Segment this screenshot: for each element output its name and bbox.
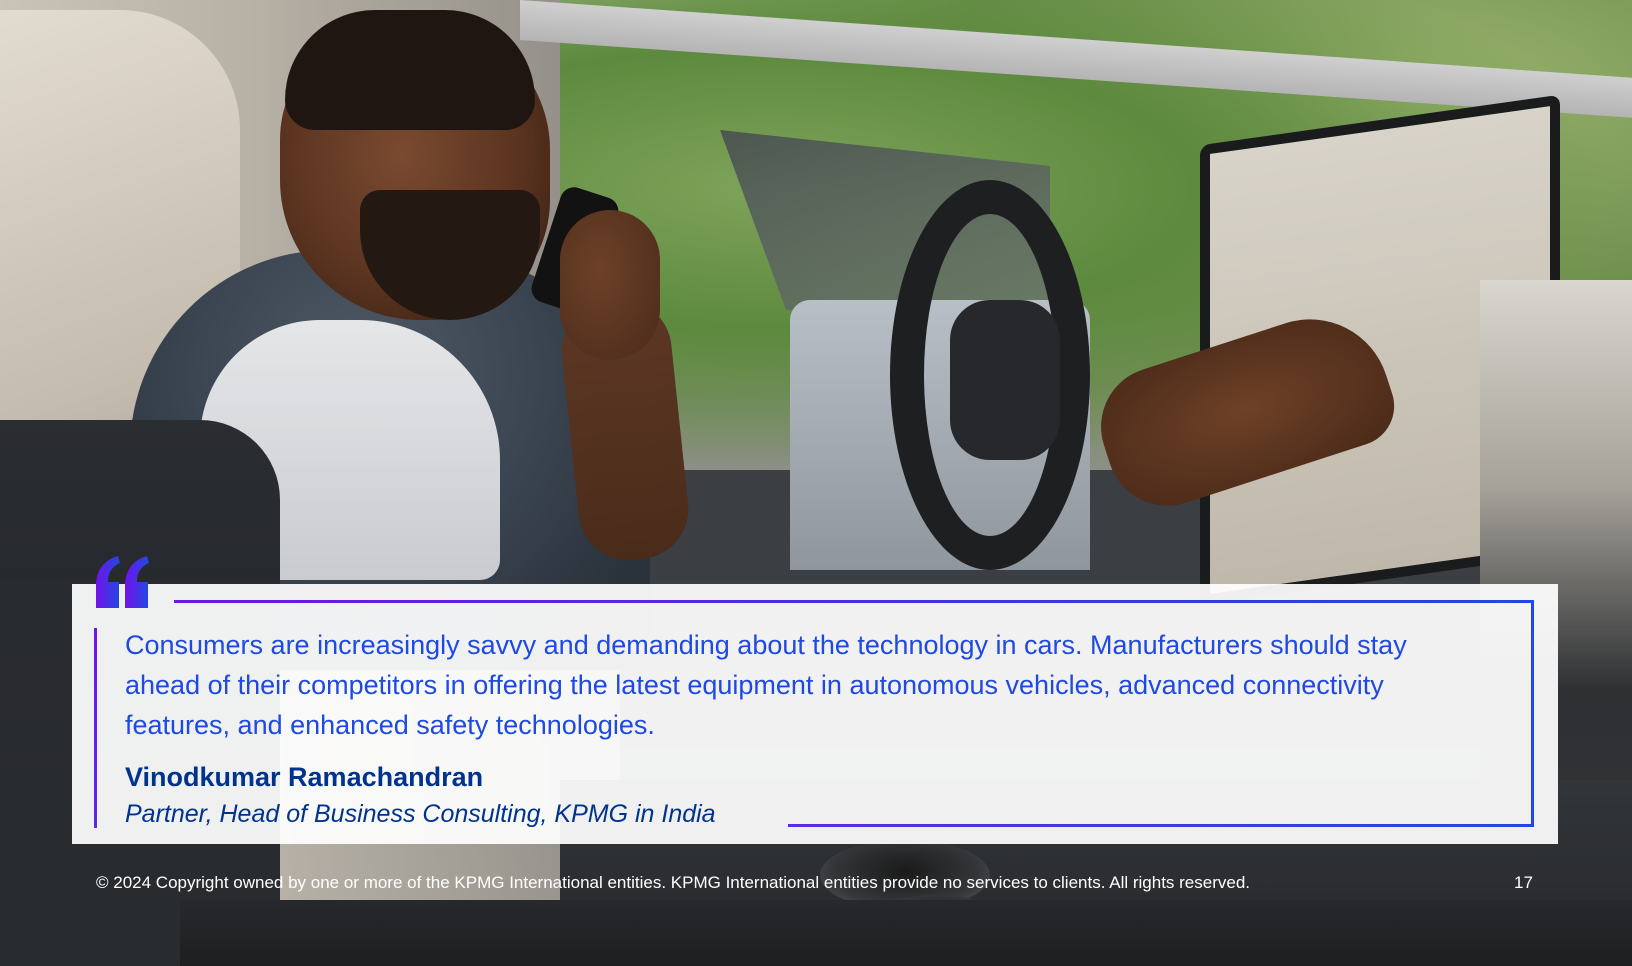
quote-author-name: Vinodkumar Ramachandran xyxy=(125,762,484,792)
open-quote-icon xyxy=(96,556,149,608)
quote-author-role: Partner, Head of Business Consulting, KP… xyxy=(125,800,716,828)
copyright-footer: © 2024 Copyright owned by one or more of… xyxy=(96,873,1250,892)
person-hair xyxy=(285,10,535,130)
quote-text: Consumers are increasingly savvy and dem… xyxy=(125,630,1407,740)
quote-frame-top-line xyxy=(174,600,1534,603)
quote-frame-bottom-line xyxy=(788,824,1534,827)
steering-wheel-hub xyxy=(950,300,1060,460)
report-page: Consumers are increasingly savvy and dem… xyxy=(0,0,1632,966)
person-hand-on-phone xyxy=(560,210,660,360)
quote-frame-left-line xyxy=(94,628,97,828)
quote-frame-right-line xyxy=(1531,600,1534,827)
page-number: 17 xyxy=(1514,873,1533,892)
